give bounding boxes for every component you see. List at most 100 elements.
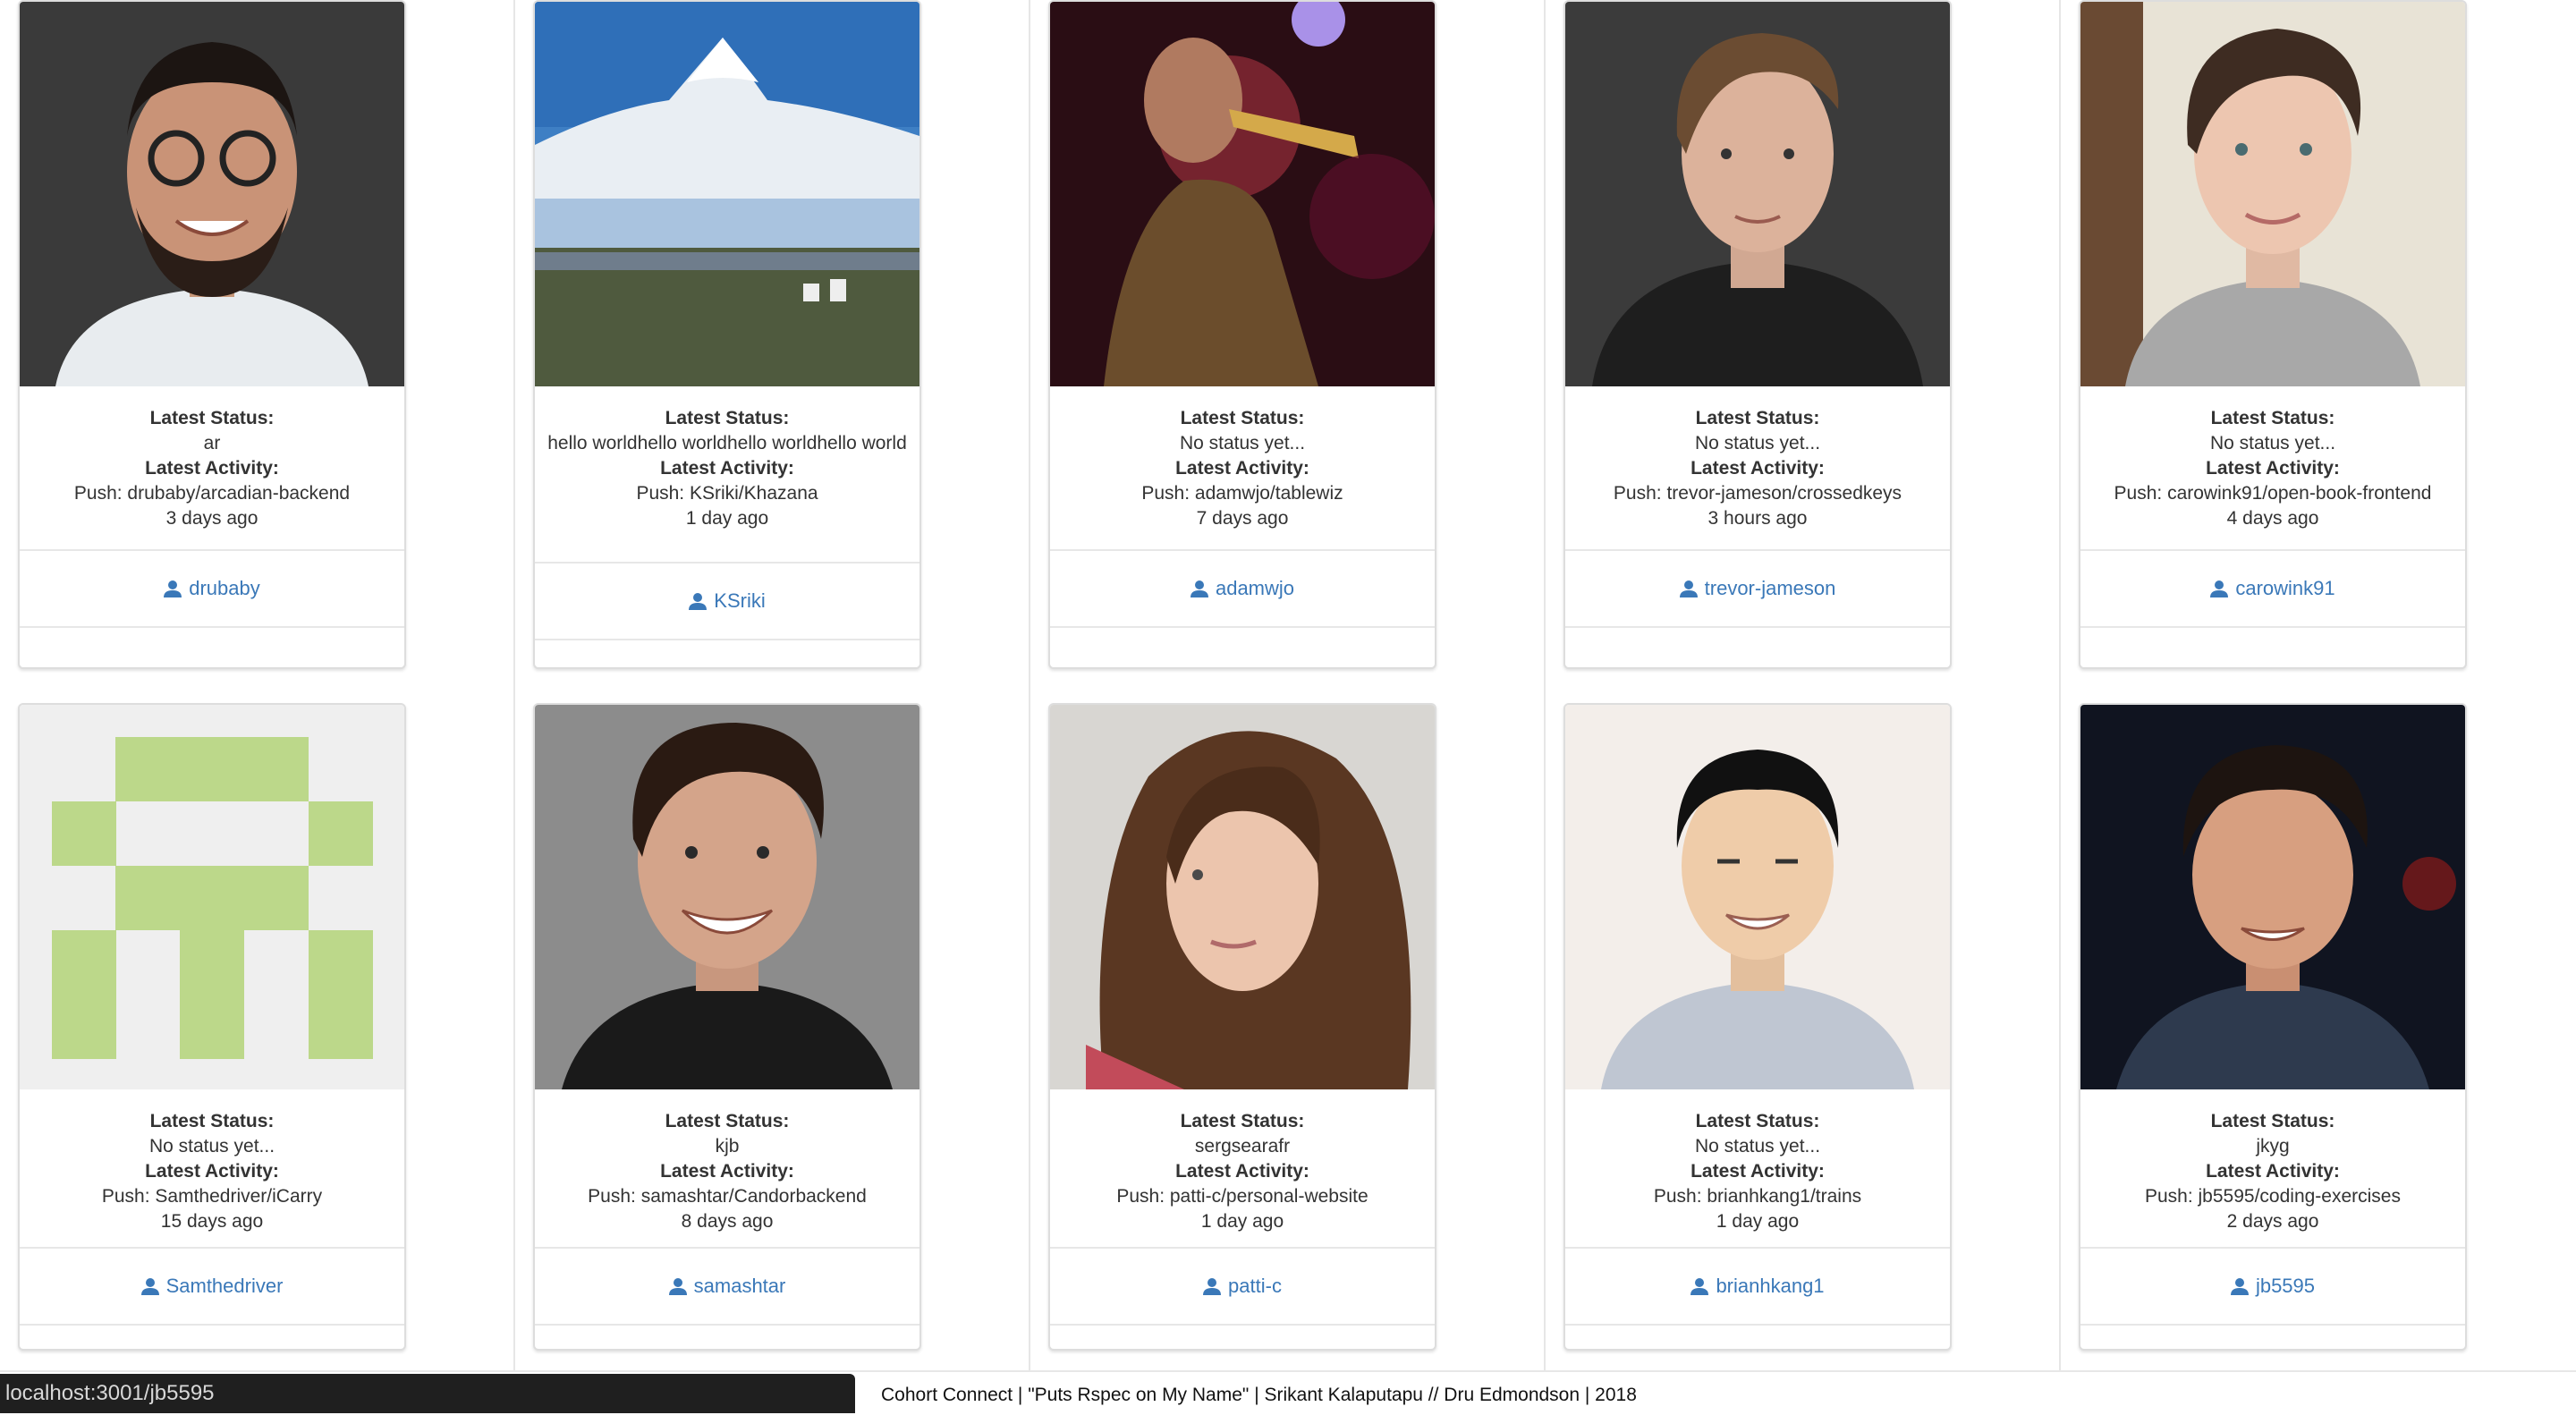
user-card: Latest Status: No status yet... Latest A…: [1563, 0, 1952, 669]
user-profile-link[interactable]: trevor-jameson: [1679, 577, 1836, 600]
footer-credits: Cohort Connect | "Puts Rspec on My Name"…: [881, 1385, 1637, 1405]
profile-photo[interactable]: [1050, 705, 1435, 1089]
profile-photo[interactable]: [2080, 705, 2465, 1089]
activity-label: Latest Activity:: [1690, 1161, 1825, 1182]
profile-photo[interactable]: [2080, 2, 2465, 386]
user-profile-link[interactable]: drubaby: [164, 577, 260, 600]
activity-text: Push: trevor-jameson/crossedkeys: [1613, 483, 1902, 504]
username: drubaby: [189, 577, 260, 599]
card-info: Latest Status: No status yet... Latest A…: [1565, 1089, 1950, 1247]
status-text: No status yet...: [1179, 433, 1306, 453]
card-info: Latest Status: No status yet... Latest A…: [20, 1089, 404, 1247]
card-info: Latest Status: ar Latest Activity: Push:…: [20, 386, 404, 549]
activity-time: 15 days ago: [160, 1211, 264, 1232]
activity-text: Push: carowink91/open-book-frontend: [2114, 483, 2432, 504]
activity-label: Latest Activity:: [145, 1161, 279, 1182]
profile-photo[interactable]: [535, 705, 919, 1089]
username: trevor-jameson: [1704, 577, 1836, 599]
username: Samthedriver: [165, 1275, 284, 1297]
status-label: Latest Status:: [665, 408, 790, 428]
username: patti-c: [1228, 1275, 1282, 1297]
column-divider: [2059, 0, 2061, 1370]
status-label: Latest Status:: [2210, 408, 2335, 428]
user-icon: [1190, 580, 1208, 597]
user-profile-link[interactable]: brianhkang1: [1690, 1275, 1825, 1298]
profile-photo[interactable]: [20, 2, 404, 386]
user-profile-link[interactable]: KSriki: [689, 589, 766, 613]
user-card: Latest Status: No status yet... Latest A…: [18, 703, 406, 1351]
user-icon: [689, 593, 708, 610]
identicon-avatar[interactable]: [20, 705, 404, 1089]
username: adamwjo: [1215, 577, 1295, 599]
user-profile-link[interactable]: patti-c: [1203, 1275, 1282, 1298]
activity-time: 8 days ago: [681, 1211, 774, 1232]
status-label: Latest Status:: [149, 408, 275, 428]
status-text: kjb: [715, 1136, 740, 1157]
card-info: Latest Status: kjb Latest Activity: Push…: [535, 1089, 919, 1247]
activity-label: Latest Activity:: [660, 1161, 794, 1182]
user-profile-link[interactable]: Samthedriver: [140, 1275, 284, 1298]
user-card: Latest Status: No status yet... Latest A…: [1048, 0, 1436, 669]
activity-label: Latest Activity:: [1175, 1161, 1309, 1182]
status-text: jkyg: [2256, 1136, 2290, 1157]
card-info: Latest Status: No status yet... Latest A…: [1565, 386, 1950, 549]
user-icon: [1679, 580, 1698, 597]
user-card: Latest Status: kjb Latest Activity: Push…: [533, 703, 921, 1351]
user-profile-link[interactable]: carowink91: [2210, 577, 2335, 600]
username: carowink91: [2235, 577, 2335, 599]
username: jb5595: [2255, 1275, 2316, 1297]
activity-time: 1 day ago: [685, 508, 769, 529]
status-label: Latest Status:: [1695, 1111, 1820, 1131]
status-text: sergsearafr: [1194, 1136, 1291, 1157]
activity-time: 3 hours ago: [1707, 508, 1808, 529]
activity-text: Push: brianhkang1/trains: [1653, 1186, 1862, 1207]
activity-time: 1 day ago: [1716, 1211, 1800, 1232]
status-label: Latest Status:: [2210, 1111, 2335, 1131]
user-icon: [1203, 1278, 1222, 1295]
status-text: No status yet...: [1694, 1136, 1821, 1157]
user-card: Latest Status: ar Latest Activity: Push:…: [18, 0, 406, 669]
user-card: Latest Status: sergsearafr Latest Activi…: [1048, 703, 1436, 1351]
status-text: ar: [203, 433, 221, 453]
user-card: Latest Status: No status yet... Latest A…: [2079, 0, 2467, 669]
user-icon: [668, 1278, 687, 1295]
activity-text: Push: jb5595/coding-exercises: [2144, 1186, 2401, 1207]
activity-time: 7 days ago: [1196, 508, 1289, 529]
status-label: Latest Status:: [1180, 408, 1305, 428]
card-info: Latest Status: hello worldhello worldhel…: [535, 386, 919, 562]
activity-time: 4 days ago: [2226, 508, 2319, 529]
user-icon: [2210, 580, 2229, 597]
column-divider: [513, 0, 515, 1370]
user-profile-link[interactable]: jb5595: [2230, 1275, 2316, 1298]
card-info: Latest Status: sergsearafr Latest Activi…: [1050, 1089, 1435, 1247]
user-profile-link[interactable]: samashtar: [668, 1275, 786, 1298]
activity-label: Latest Activity:: [2206, 1161, 2340, 1182]
activity-text: Push: KSriki/Khazana: [636, 483, 818, 504]
profile-photo[interactable]: [1565, 2, 1950, 386]
user-icon: [164, 580, 182, 597]
user-card: Latest Status: jkyg Latest Activity: Pus…: [2079, 703, 2467, 1351]
card-info: Latest Status: jkyg Latest Activity: Pus…: [2080, 1089, 2465, 1247]
profile-photo[interactable]: [1565, 705, 1950, 1089]
user-icon: [1690, 1278, 1709, 1295]
profile-photo[interactable]: [535, 2, 919, 386]
column-divider: [1544, 0, 1546, 1370]
user-card: Latest Status: No status yet... Latest A…: [1563, 703, 1952, 1351]
status-text: No status yet...: [2209, 433, 2336, 453]
card-info: Latest Status: No status yet... Latest A…: [2080, 386, 2465, 549]
profile-photo[interactable]: [1050, 2, 1435, 386]
activity-text: Push: samashtar/Candorbackend: [588, 1186, 867, 1207]
card-info: Latest Status: No status yet... Latest A…: [1050, 386, 1435, 549]
activity-label: Latest Activity:: [1175, 458, 1309, 479]
username: KSriki: [714, 589, 766, 612]
activity-text: Push: Samthedriver/iCarry: [101, 1186, 323, 1207]
status-bar-url: localhost:3001/jb5595: [0, 1374, 855, 1413]
user-card: Latest Status: hello worldhello worldhel…: [533, 0, 921, 669]
username: samashtar: [693, 1275, 786, 1297]
status-text: No status yet...: [148, 1136, 275, 1157]
user-profile-link[interactable]: adamwjo: [1190, 577, 1295, 600]
status-label: Latest Status:: [665, 1111, 790, 1131]
username: brianhkang1: [1716, 1275, 1825, 1297]
status-label: Latest Status:: [1695, 408, 1820, 428]
status-text: No status yet...: [1694, 433, 1821, 453]
